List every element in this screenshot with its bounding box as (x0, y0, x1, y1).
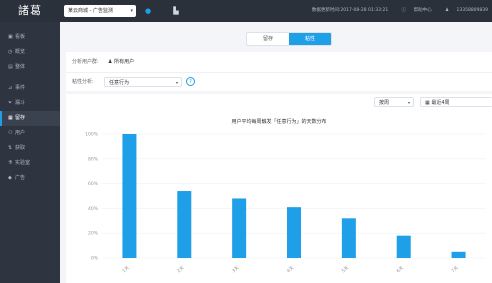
sidebar-item-label: 用户 (15, 130, 26, 136)
sidebar-item-label: 广告 (15, 175, 26, 181)
retention-icon: ▦ (8, 115, 13, 121)
document-icon: ▤ (8, 64, 13, 70)
x-tick-label: 6天 (395, 265, 405, 275)
sidebar-item-label: 看板 (15, 34, 26, 40)
behavior-select[interactable]: 任意行为 ▾ (104, 77, 182, 87)
top-bar: 諸葛 某云商城 - 广告监测 ▾ ● ▙ 数据更新时间:2017-08-28 0… (0, 0, 492, 22)
bar (396, 235, 411, 258)
main-content: 留存 粘性 分析用户群: ♟ 所有用户 粘性分析: 任意行为 ▾ ? 按周 ▾ … (60, 22, 492, 283)
data-update-time: 数据更新时间:2017-08-28 01:33:21 (311, 8, 389, 13)
analysis-label: 粘性分析: (72, 79, 94, 85)
bar (287, 207, 301, 258)
bar (451, 251, 466, 258)
sidebar-item-label: 漏斗 (15, 100, 26, 106)
help-center-label: 帮助中心 (413, 8, 432, 13)
sidebar-item-label: 获取 (15, 145, 26, 151)
x-tick-label: 7天 (450, 265, 460, 275)
lab-icon: ⚗ (8, 160, 13, 166)
chevron-down-icon: ▾ (130, 8, 133, 14)
acquire-icon: ⇅ (8, 145, 13, 151)
user-group-value: 所有用户 (114, 59, 135, 65)
help-icon: ⓘ (401, 8, 408, 13)
behavior-select-value: 任意行为 (109, 80, 130, 86)
project-selector-label: 某云商城 - 广告监测 (68, 8, 113, 14)
user-phone: 13358809839 (456, 8, 489, 13)
funnel-icon: ⏷ (8, 100, 13, 106)
retention-stickiness-toggle: 留存 粘性 (246, 32, 332, 46)
user-group-selector[interactable]: ♟ 所有用户 (108, 52, 134, 72)
user-group-label: 分析用户群: (72, 59, 99, 65)
sidebar-item-overall[interactable]: ▤ 整体 (0, 60, 60, 75)
event-icon: ⊿ (8, 85, 13, 91)
sidebar-item-label: 事件 (15, 85, 26, 91)
y-tick-label: 0% (91, 256, 99, 262)
y-tick-label: 40% (88, 206, 99, 212)
sidebar-item-label: 概览 (15, 49, 26, 55)
y-tick-label: 100% (85, 132, 99, 138)
analysis-row: 粘性分析: 任意行为 ▾ ? (66, 72, 492, 91)
sidebar-item-events[interactable]: ⊿ 事件 (0, 81, 60, 96)
x-tick-label: 5天 (341, 265, 351, 275)
tab-retention[interactable]: 留存 (247, 33, 289, 45)
android-icon[interactable]: ▙ (170, 5, 182, 17)
bar (177, 191, 192, 258)
sidebar-item-label: 实验室 (15, 160, 31, 166)
chart-panel: 按周 ▾ ▦ 最近4周 用户平均每周触发「任意行为」的天数分布 0% 20% 40%… (66, 94, 492, 283)
tab-stickiness[interactable]: 粘性 (289, 33, 331, 45)
sidebar-item-acquire[interactable]: ⇅ 获取 (0, 141, 60, 156)
y-tick-label: 20% (88, 231, 99, 237)
ad-icon: ◆ (8, 175, 12, 181)
top-bar-right: 数据更新时间:2017-08-28 01:33:21 ⓘ 帮助中心 ♟ 1335… (306, 0, 488, 22)
user-group-filter: 分析用户群: ♟ 所有用户 (66, 52, 492, 72)
x-tick-label: 1天 (121, 265, 131, 275)
help-center-link[interactable]: ⓘ 帮助中心 (396, 8, 432, 13)
y-tick-label: 60% (88, 181, 99, 187)
user-icon: ♟ (445, 8, 451, 13)
project-selector[interactable]: 某云商城 - 广告监测 ▾ (64, 5, 136, 17)
apple-icon[interactable] (156, 5, 168, 17)
user-menu[interactable]: ♟ 13358809839 (439, 8, 488, 13)
sidebar-item-dashboard[interactable]: ▣ 看板 (0, 30, 60, 45)
sidebar-item-ads[interactable]: ◆ 广告 (0, 171, 60, 186)
dashboard-icon: ▣ (8, 34, 13, 40)
users-icon: ⚇ (8, 130, 13, 136)
overview-icon: ◷ (8, 49, 13, 55)
chevron-down-icon: ▾ (175, 80, 178, 85)
sidebar-item-funnel[interactable]: ⏷ 漏斗 (0, 96, 60, 111)
bar (122, 134, 137, 258)
bar-chart: 0% 20% 40% 60% 80% 100% 1天 2天 3天 4天 5天 6天 7天 (85, 132, 486, 275)
bar (232, 198, 247, 258)
sidebar-item-users[interactable]: ⚇ 用户 (0, 126, 60, 141)
x-tick-label: 4天 (286, 265, 296, 275)
x-tick-label: 3天 (231, 265, 241, 275)
sidebar-item-lab[interactable]: ⚗ 实验室 (0, 156, 60, 171)
app-root: 諸葛 某云商城 - 广告监测 ▾ ● ▙ 数据更新时间:2017-08-28 0… (0, 0, 492, 283)
app-logo[interactable]: 諸葛 (0, 0, 60, 22)
sidebar: ▣ 看板 ◷ 概览 ▤ 整体 ⊿ 事件 ⏷ 漏斗 ▦ 留存 ⚇ 用户 ⇅ 获取 ⚗ 实验室 ◆ 广告 (0, 22, 60, 283)
bar (341, 218, 356, 258)
help-icon[interactable]: ? (186, 77, 195, 86)
x-tick-label: 2天 (176, 265, 186, 275)
sidebar-item-label: 整体 (15, 64, 26, 70)
sidebar-item-retention[interactable]: ▦ 留存 (0, 111, 60, 126)
y-tick-label: 80% (88, 156, 99, 162)
sidebar-item-overview[interactable]: ◷ 概览 (0, 45, 60, 60)
sidebar-item-label: 留存 (15, 115, 26, 121)
status-dot-icon[interactable]: ● (142, 5, 154, 17)
